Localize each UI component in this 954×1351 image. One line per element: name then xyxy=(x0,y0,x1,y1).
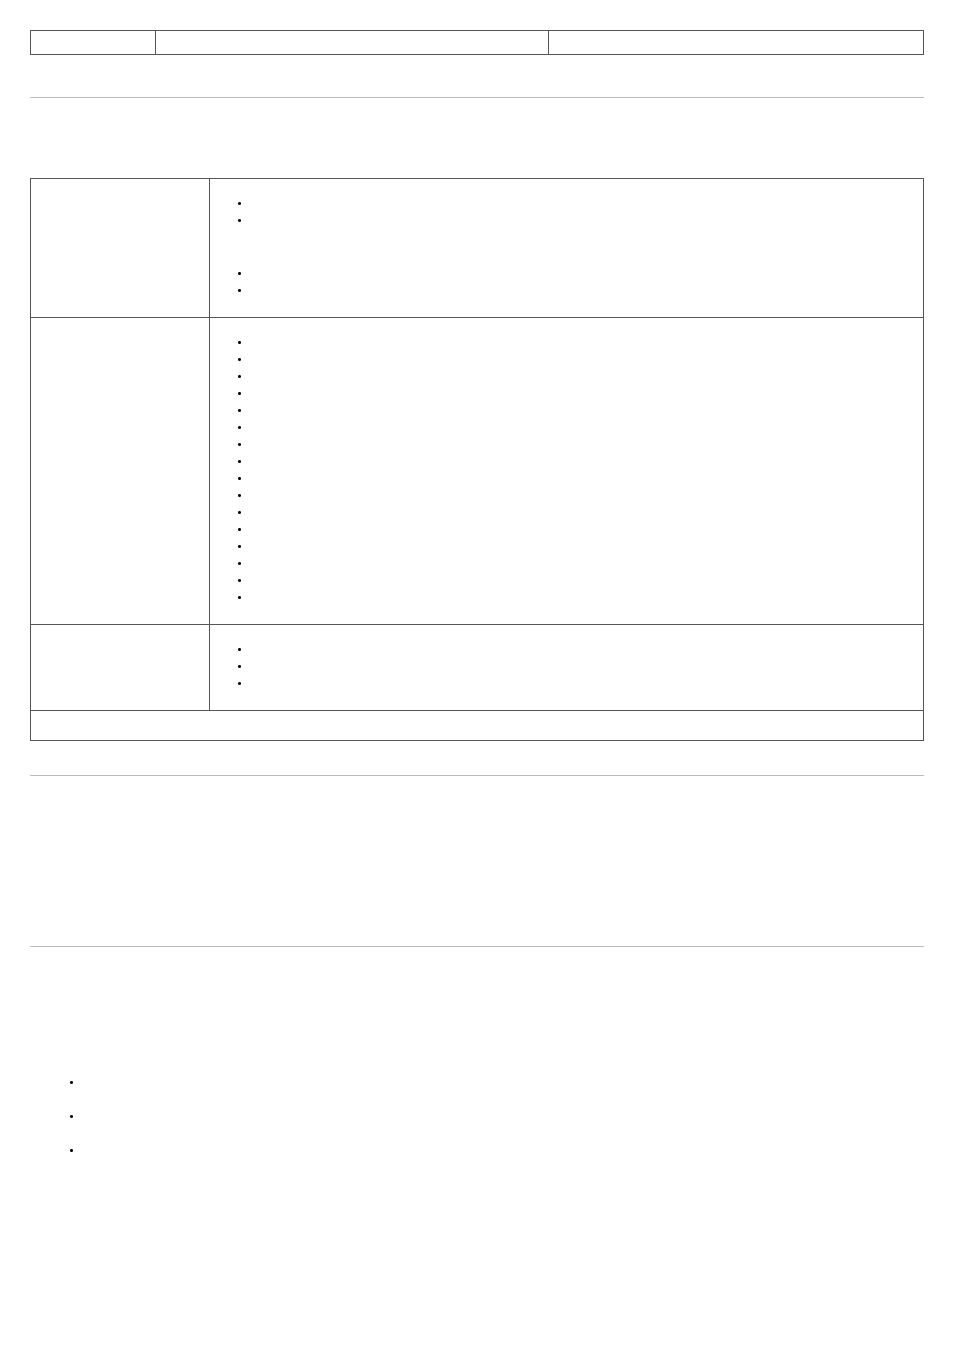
row3-left xyxy=(31,625,210,711)
list-group xyxy=(224,338,909,609)
list-item xyxy=(250,508,909,524)
table-row xyxy=(31,318,924,625)
list-group xyxy=(224,645,909,695)
list-item xyxy=(250,286,909,302)
list-group xyxy=(224,199,909,232)
list-item xyxy=(250,491,909,507)
list-item xyxy=(250,457,909,473)
divider xyxy=(30,775,924,776)
list-item xyxy=(250,645,909,661)
row4-full xyxy=(31,711,924,741)
row2-right xyxy=(209,318,923,625)
list-item xyxy=(82,1111,924,1127)
table-row xyxy=(31,625,924,711)
divider xyxy=(30,97,924,98)
bottom-list xyxy=(30,1077,924,1161)
list-item xyxy=(250,372,909,388)
top-cell-1 xyxy=(31,31,156,55)
list-item xyxy=(250,355,909,371)
list-item xyxy=(250,338,909,354)
list-item xyxy=(250,559,909,575)
table-row xyxy=(31,179,924,318)
table-row xyxy=(31,711,924,741)
list-item xyxy=(250,269,909,285)
list-item xyxy=(82,1145,924,1161)
list-item xyxy=(250,662,909,678)
list-item xyxy=(250,389,909,405)
list-item xyxy=(250,525,909,541)
row3-right xyxy=(209,625,923,711)
list-item xyxy=(82,1077,924,1093)
list-item xyxy=(250,406,909,422)
main-table xyxy=(30,178,924,741)
list-item xyxy=(250,576,909,592)
list-item xyxy=(250,216,909,232)
divider xyxy=(30,946,924,947)
top-cell-2 xyxy=(156,31,549,55)
top-cell-3 xyxy=(548,31,923,55)
top-header-table xyxy=(30,30,924,55)
list-item xyxy=(250,593,909,609)
list-item xyxy=(250,474,909,490)
top-header-row xyxy=(31,31,924,55)
list-item xyxy=(250,440,909,456)
row1-right xyxy=(209,179,923,318)
row1-left xyxy=(31,179,210,318)
list-item xyxy=(250,679,909,695)
list-item xyxy=(250,199,909,215)
list-item xyxy=(250,423,909,439)
list-item xyxy=(250,542,909,558)
list-group xyxy=(224,269,909,302)
row2-left xyxy=(31,318,210,625)
